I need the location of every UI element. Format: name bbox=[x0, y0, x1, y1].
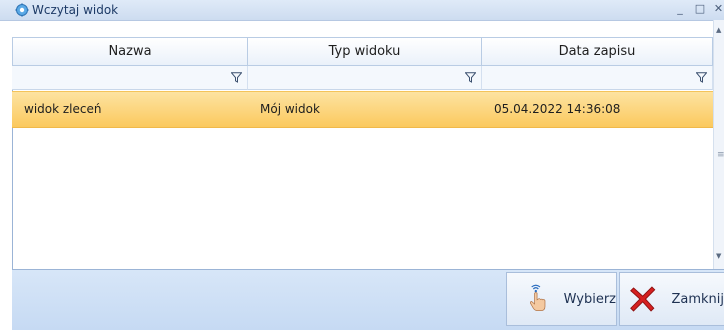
funnel-icon[interactable] bbox=[696, 72, 707, 83]
select-button[interactable]: Wybierz bbox=[506, 272, 617, 326]
button-panel bbox=[12, 269, 724, 330]
column-header-name[interactable]: Nazwa bbox=[12, 37, 248, 66]
window-title: Wczytaj widok bbox=[32, 3, 119, 17]
close-window-button[interactable]: ✕ bbox=[713, 2, 724, 16]
funnel-icon[interactable] bbox=[231, 72, 242, 83]
scroll-down-icon[interactable]: ▼ bbox=[716, 252, 721, 260]
cell-view-type: Mój widok bbox=[260, 102, 320, 116]
filter-cell-name[interactable] bbox=[12, 66, 248, 90]
maximize-button[interactable]: □ bbox=[693, 2, 707, 16]
filter-row bbox=[12, 66, 713, 90]
close-button[interactable]: Zamknij bbox=[619, 272, 724, 326]
cell-save-date: 05.04.2022 14:36:08 bbox=[494, 102, 621, 116]
filter-cell-view-type[interactable] bbox=[248, 66, 482, 90]
vertical-scrollbar[interactable]: ▲ ≡ ▼ bbox=[713, 20, 724, 269]
grid-header: Nazwa Typ widoku Data zapisu bbox=[12, 37, 713, 66]
cell-name: widok zleceń bbox=[24, 102, 102, 116]
red-x-icon bbox=[630, 286, 656, 312]
column-header-view-type[interactable]: Typ widoku bbox=[248, 37, 482, 66]
title-bar: Wczytaj widok _ □ ✕ bbox=[0, 0, 724, 21]
select-button-label: Wybierz bbox=[563, 291, 616, 307]
minimize-button[interactable]: _ bbox=[673, 2, 687, 16]
scroll-thumb[interactable]: ≡ bbox=[717, 150, 724, 160]
column-header-save-date[interactable]: Data zapisu bbox=[482, 37, 713, 66]
scroll-up-icon[interactable]: ▲ bbox=[716, 26, 721, 34]
hand-pointer-icon bbox=[529, 284, 546, 312]
funnel-icon[interactable] bbox=[465, 72, 476, 83]
table-row[interactable]: widok zleceń Mój widok 05.04.2022 14:36:… bbox=[12, 91, 713, 128]
gear-icon bbox=[15, 3, 29, 17]
filter-cell-save-date[interactable] bbox=[482, 66, 713, 90]
close-button-label: Zamknij bbox=[671, 291, 724, 307]
